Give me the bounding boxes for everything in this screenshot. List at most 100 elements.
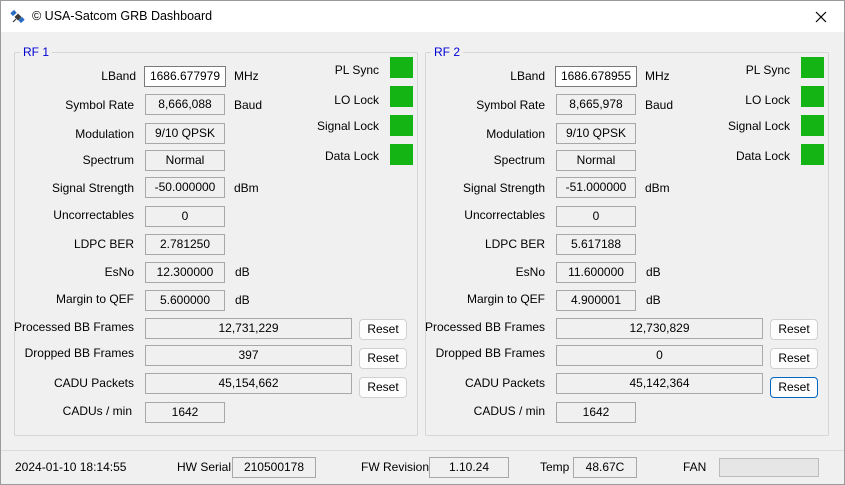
rf1-esno-unit: dB [235,265,250,279]
fw-revision-field: 1.10.24 [429,457,509,478]
title-bar: © USA-Satcom GRB Dashboard [1,1,844,32]
rf2-data-lock-indicator [801,144,824,165]
rf1-lband-field: 1686.677979 [144,66,226,87]
rf2-signal-strength-unit: dBm [645,181,670,195]
rf1-symbol-rate-field: 8,666,088 [145,94,225,115]
rf1-signal-strength-label: Signal Strength [51,181,134,195]
status-bar: 2024-01-10 18:14:55 HW Serial 210500178 … [1,450,844,484]
rf1-dropped-label: Dropped BB Frames [24,346,134,360]
rf2-signal-lock-label: Signal Lock [727,119,790,133]
rf1-pl-sync-label: PL Sync [334,63,379,77]
rf1-esno-field: 12.300000 [145,262,225,283]
temp-field: 48.67C [573,457,637,478]
rf1-processed-reset-button[interactable]: Reset [359,319,407,340]
window-title: © USA-Satcom GRB Dashboard [32,9,213,23]
dashboard-window: © USA-Satcom GRB Dashboard RF 1 LBand 16… [0,0,845,485]
rf1-margin-label: Margin to QEF [55,292,134,306]
rf1-symbol-rate-label: Symbol Rate [65,98,134,112]
rf2-pl-sync-indicator [801,57,824,78]
rf2-lo-lock-label: LO Lock [745,93,790,107]
rf1-spectrum-label: Spectrum [82,153,134,167]
rf2-ldpc-ber-label: LDPC BER [484,237,545,251]
rf2-modulation-label: Modulation [486,127,545,141]
rf2-symbol-rate-label: Symbol Rate [476,98,545,112]
rf1-cadu-packets-reset-button[interactable]: Reset [359,377,407,398]
close-button[interactable] [798,1,844,32]
temp-label: Temp [540,460,570,474]
rf2-group: RF 2 LBand 1686.678955 MHz Symbol Rate 8… [424,45,829,436]
rf2-signal-strength-field: -51.000000 [556,177,636,198]
rf2-signal-strength-label: Signal Strength [462,181,545,195]
rf2-cadu-rate-field: 1642 [556,402,636,423]
rf1-data-lock-indicator [390,144,413,165]
rf1-data-lock-label: Data Lock [324,149,379,163]
rf2-margin-unit: dB [646,293,661,307]
rf2-dropped-reset-button[interactable]: Reset [770,348,818,369]
rf2-pl-sync-label: PL Sync [745,63,790,77]
rf2-cadu-packets-label: CADU Packets [464,376,545,390]
rf2-uncorrectables-label: Uncorrectables [464,208,545,222]
rf1-modulation-label: Modulation [75,127,134,141]
close-icon [815,11,827,22]
fan-progress-bar [719,458,819,477]
rf1-processed-label: Processed BB Frames [13,320,134,334]
rf2-modulation-field: 9/10 QPSK [556,123,636,144]
rf1-esno-label: EsNo [104,265,134,279]
rf1-processed-field: 12,731,229 [145,318,352,339]
satellite-icon [10,9,25,24]
rf1-lband-unit: MHz [234,69,259,83]
rf2-dropped-field: 0 [556,345,763,366]
rf2-group-title: RF 2 [431,45,464,59]
rf2-lband-field: 1686.678955 [555,66,637,87]
fan-label: FAN [683,460,707,474]
hw-serial-field: 210500178 [232,457,316,478]
rf1-dropped-reset-button[interactable]: Reset [359,348,407,369]
rf2-lband-label: LBand [510,69,545,83]
hw-serial-label: HW Serial [177,460,232,474]
rf1-lo-lock-label: LO Lock [334,93,379,107]
rf1-signal-lock-indicator [390,115,413,136]
rf1-cadu-rate-label: CADUs / min [62,404,132,418]
rf1-pl-sync-indicator [390,57,413,78]
rf1-lband-label: LBand [101,69,136,83]
rf1-cadu-packets-field: 45,154,662 [145,373,352,394]
rf1-signal-lock-label: Signal Lock [316,119,379,133]
rf1-lo-lock-indicator [390,86,413,107]
rf1-group: RF 1 LBand 1686.677979 MHz Symbol Rate 8… [13,45,418,436]
rf2-esno-label: EsNo [515,265,545,279]
rf2-processed-reset-button[interactable]: Reset [770,319,818,340]
rf1-margin-field: 5.600000 [145,290,225,311]
rf2-processed-label: Processed BB Frames [424,320,545,334]
rf1-dropped-field: 397 [145,345,352,366]
rf1-group-title: RF 1 [20,45,53,59]
rf2-esno-unit: dB [646,265,661,279]
rf1-ldpc-ber-field: 2.781250 [145,234,225,255]
rf2-lo-lock-indicator [801,86,824,107]
rf2-cadu-packets-field: 45,142,364 [556,373,763,394]
rf2-lband-unit: MHz [645,69,670,83]
rf1-modulation-field: 9/10 QPSK [145,123,225,144]
rf2-ldpc-ber-field: 5.617188 [556,234,636,255]
rf1-symbol-rate-unit: Baud [234,98,263,112]
rf1-uncorrectables-field: 0 [145,206,225,227]
rf2-data-lock-label: Data Lock [735,149,790,163]
rf2-margin-label: Margin to QEF [466,292,545,306]
rf2-symbol-rate-unit: Baud [645,98,674,112]
rf2-spectrum-field: Normal [556,150,636,171]
rf1-ldpc-ber-label: LDPC BER [73,237,134,251]
rf2-symbol-rate-field: 8,665,978 [556,94,636,115]
rf1-signal-strength-unit: dBm [234,181,259,195]
rf2-margin-field: 4.900001 [556,290,636,311]
status-datetime: 2024-01-10 18:14:55 [15,460,127,474]
rf2-dropped-label: Dropped BB Frames [435,346,545,360]
rf1-spectrum-field: Normal [145,150,225,171]
rf1-margin-unit: dB [235,293,250,307]
rf2-spectrum-label: Spectrum [493,153,545,167]
rf1-cadu-rate-field: 1642 [145,402,225,423]
fw-revision-label: FW Revision [361,460,430,474]
rf2-cadu-rate-label: CADUS / min [473,404,545,418]
rf1-cadu-packets-label: CADU Packets [53,376,134,390]
rf2-cadu-packets-reset-button[interactable]: Reset [770,377,818,398]
rf2-esno-field: 11.600000 [556,262,636,283]
rf2-signal-lock-indicator [801,115,824,136]
